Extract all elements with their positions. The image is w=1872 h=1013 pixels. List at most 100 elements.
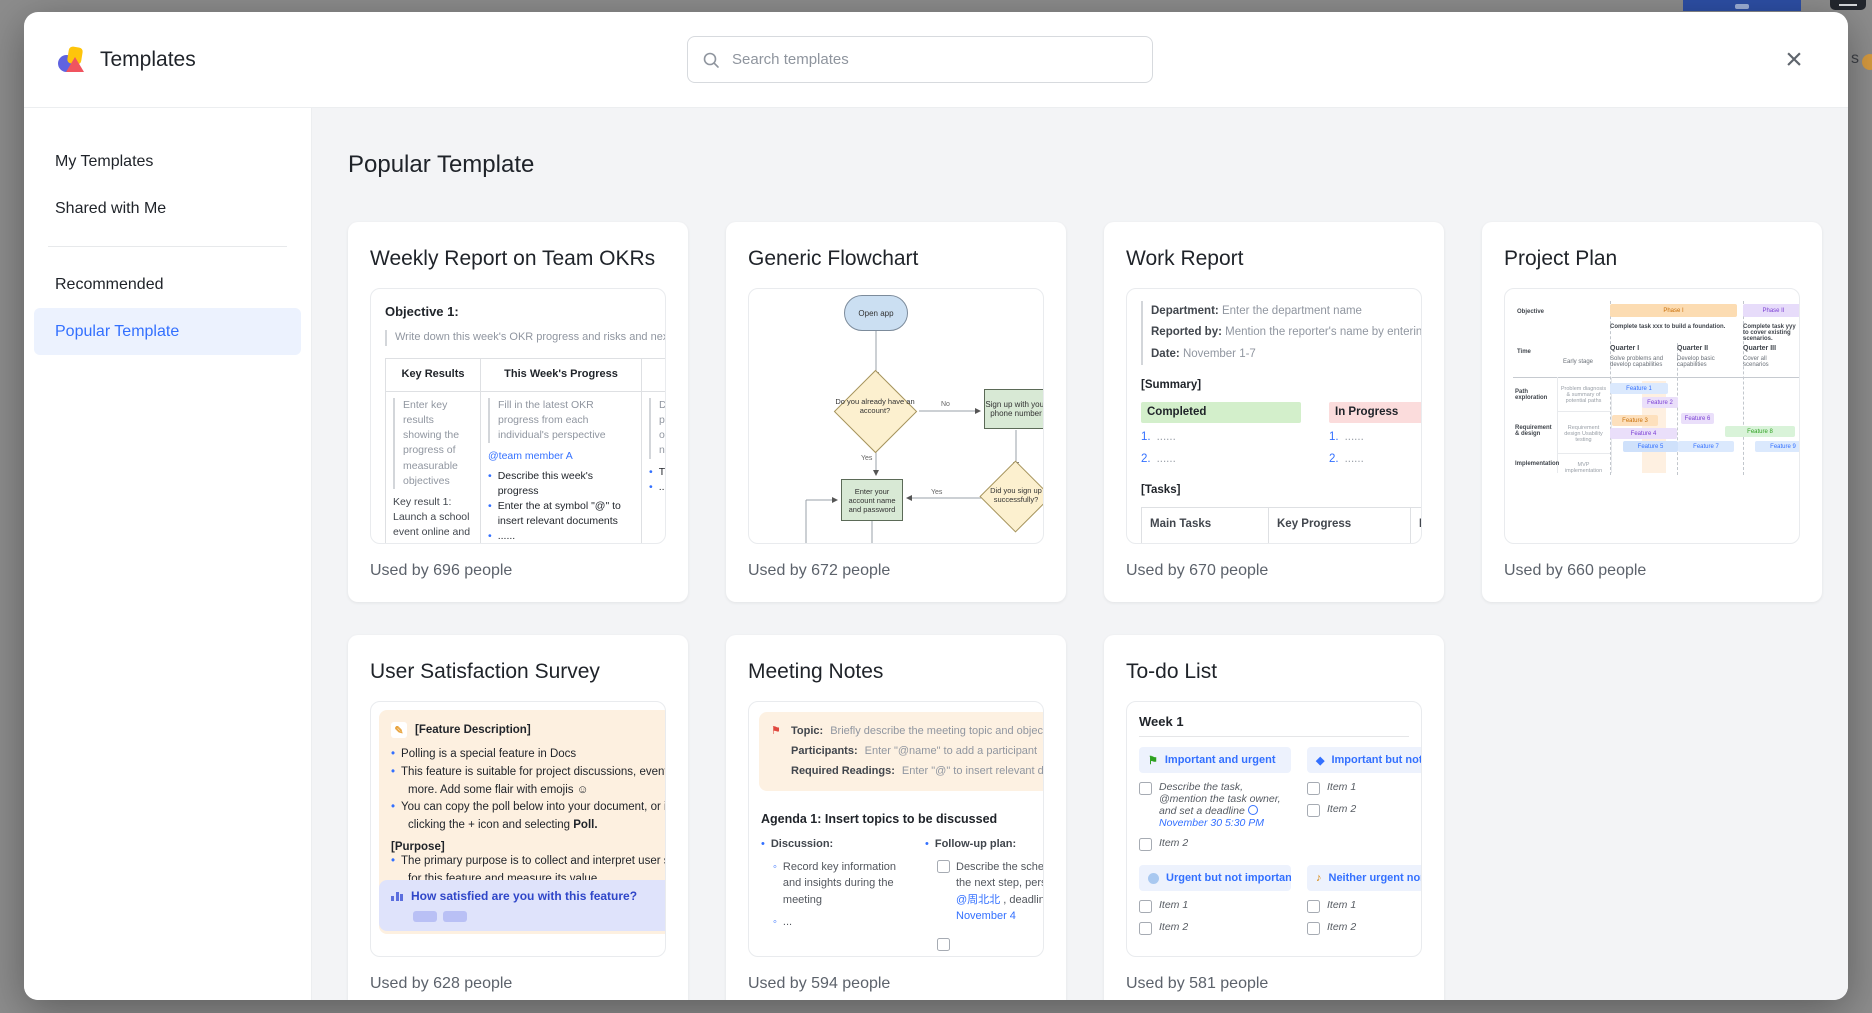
close-icon[interactable]: ×: [1776, 42, 1812, 78]
todo-quadrant-label: Neither urgent nor important: [1329, 872, 1423, 884]
highlight-completed: Completed: [1141, 402, 1301, 423]
template-card-todo-list[interactable]: To-do List Week 1 ⚑Important and urgent …: [1104, 635, 1444, 1000]
value-required-readings: Enter "@" to insert relevant documents: [902, 762, 1044, 782]
template-card-work-report[interactable]: Work Report Department: Enter the depart…: [1104, 222, 1444, 602]
checkbox-icon: [1139, 838, 1152, 851]
survey-bullet: •Polling is a special feature in Docs: [391, 746, 666, 764]
okr-bullet-text: Describe this week's progress: [498, 469, 634, 499]
survey-poll-block: How satisfied are you with this feature?: [379, 880, 666, 931]
meeting-discussion-label: Discussion:: [771, 836, 833, 853]
flowchart-decision-signup-success: Did you sign up successfully?: [978, 486, 1044, 504]
okr-col3-quote: Describe previous objectives need: [649, 398, 666, 459]
gantt-quarter-2-desc: Develop basic capabilities: [1677, 356, 1732, 368]
todo-item: Item 2: [1327, 921, 1356, 935]
card-preview-meeting-notes: ⚑Topic:Briefly describe the meeting topi…: [748, 701, 1044, 957]
gantt-phase-1: Phase I: [1610, 304, 1737, 317]
survey-feature-heading: [Feature Description]: [415, 724, 531, 736]
bullet-icon: •: [391, 746, 395, 764]
work-report-columns: Completed 1....... 2....... In Progress …: [1141, 402, 1422, 472]
work-report-summary-heading: [Summary]: [1141, 377, 1421, 394]
headphones-icon: ♪: [1316, 872, 1322, 884]
used-by-count: Used by 660 people: [1504, 560, 1800, 582]
sidebar-item-popular-template[interactable]: Popular Template: [34, 308, 301, 355]
used-by-count: Used by 696 people: [370, 560, 666, 582]
templates-logo-icon: [58, 47, 85, 74]
todo-quadrants-row1: ⚑Important and urgent Describe the task,…: [1139, 747, 1422, 859]
card-preview-okr: Objective 1: Write down this week's OKR …: [370, 288, 666, 544]
sidebar-item-shared-with-me[interactable]: Shared with Me: [34, 185, 301, 232]
survey-bullet: •This feature is suitable for project di…: [391, 764, 666, 782]
card-preview-project-plan: Objective Phase I Phase II Complete task…: [1504, 288, 1800, 544]
flowchart-node-open-app: Open app: [844, 295, 908, 331]
sidebar-item-my-templates[interactable]: My Templates: [34, 138, 301, 185]
template-card-user-satisfaction-survey[interactable]: User Satisfaction Survey ✎ [Feature Desc…: [348, 635, 688, 1000]
sub-bullet-icon: ◦: [773, 859, 777, 909]
okr-bullet-text: ......: [498, 529, 516, 544]
todo-item: Item 2: [1159, 921, 1188, 935]
flag-icon: ⚑: [1148, 754, 1158, 767]
template-card-weekly-report-okrs[interactable]: Weekly Report on Team OKRs Objective 1: …: [348, 222, 688, 602]
modal-title: Templates: [100, 12, 196, 107]
gantt-note-implementation: MVP implementation: [1559, 462, 1608, 474]
used-by-count: Used by 581 people: [1126, 973, 1422, 995]
list-number: 2.: [1141, 451, 1151, 468]
template-card-generic-flowchart[interactable]: Generic Flowchart: [726, 222, 1066, 602]
template-card-meeting-notes[interactable]: Meeting Notes ⚑Topic:Briefly describe th…: [726, 635, 1066, 1000]
sidebar-divider: [48, 246, 287, 247]
sidebar-item-recommended[interactable]: Recommended: [34, 261, 301, 308]
sidebar: My Templates Shared with Me Recommended …: [24, 108, 312, 1000]
survey-bullet-text: This feature is suitable for project dis…: [401, 764, 666, 782]
okr-bullet: •......: [488, 529, 634, 544]
survey-bullet-continued: more. Add some flair with emojis ☺: [408, 782, 666, 800]
gantt-axis-line: [1513, 377, 1799, 378]
flowchart-node-enter-account: Enter your account name and password: [841, 479, 903, 521]
okr-th-risks: Risks: [642, 358, 667, 391]
value-department: Enter the department name: [1222, 305, 1362, 317]
background-avatar-fragment: [1862, 54, 1872, 70]
checkbox-icon: [937, 938, 950, 951]
flowchart-node-signup: Sign up with your phone number: [984, 389, 1044, 429]
gantt-row-objective: Objective: [1517, 309, 1544, 315]
used-by-count: Used by 670 people: [1126, 560, 1422, 582]
survey-bullet-text: clicking the + icon and selecting: [408, 819, 573, 831]
survey-bullet: •The primary purpose is to collect and i…: [391, 853, 666, 871]
todo-week-heading: Week 1: [1139, 714, 1409, 737]
section-heading: Popular Template: [348, 148, 1812, 182]
list-dots: ......: [1345, 451, 1364, 468]
checkbox-icon: [937, 860, 950, 873]
gantt-note-requirement: Requirement design Usability testing: [1559, 425, 1608, 443]
meeting-discussion-item: Record key information and insights duri…: [783, 859, 909, 909]
highlight-in-progress: In Progress: [1329, 402, 1422, 423]
flowchart-diagram: Open app Do you already have an account?…: [749, 289, 1043, 543]
gantt-row-implementation: Implementation: [1515, 461, 1557, 467]
list-number: 2.: [1329, 451, 1339, 468]
okr-bullet-text: The and: [659, 465, 666, 480]
template-card-project-plan[interactable]: Project Plan Objective Phase I Phase II: [1482, 222, 1822, 602]
project-plan-gantt: Objective Phase I Phase II Complete task…: [1505, 289, 1799, 543]
search-input[interactable]: [730, 50, 1138, 69]
wr-th-main-tasks: Main Tasks: [1142, 508, 1269, 544]
label-reported-by: Reported by:: [1151, 326, 1222, 338]
meeting-date-link: November 4: [956, 908, 1044, 925]
pushpin-icon: ⚑: [771, 722, 784, 742]
bullet-icon: •: [925, 836, 929, 853]
mention-link: @周北北: [956, 894, 1000, 906]
list-dots: ......: [1157, 451, 1176, 468]
gantt-early-stage-label: Early stage: [1563, 359, 1593, 365]
gantt-row-divider: [1557, 453, 1610, 454]
gantt-quarter-3: Quarter III: [1743, 345, 1776, 352]
gantt-phase-2-desc: Complete task yyy to cover existing scen…: [1743, 324, 1800, 342]
checkbox-icon: [1139, 922, 1152, 935]
survey-purpose-heading: [Purpose]: [391, 841, 666, 853]
search-box[interactable]: [687, 36, 1153, 83]
flowchart-label-yes: Yes: [861, 455, 872, 462]
modal-body: My Templates Shared with Me Recommended …: [24, 108, 1848, 1000]
okr-bullet: •Enter the at symbol "@" to insert relev…: [488, 499, 634, 529]
gantt-note-path: Problem diagnosis & summary of potential…: [1559, 386, 1608, 404]
gantt-feature-7: Feature 7: [1678, 441, 1734, 452]
value-reported-by: Mention the reporter's name by entering …: [1225, 326, 1421, 338]
card-title: Generic Flowchart: [748, 244, 1044, 274]
checkbox-icon: [1307, 782, 1320, 795]
okr-bullet: •......: [649, 480, 666, 495]
card-preview-survey: ✎ [Feature Description] •Polling is a sp…: [370, 701, 666, 957]
